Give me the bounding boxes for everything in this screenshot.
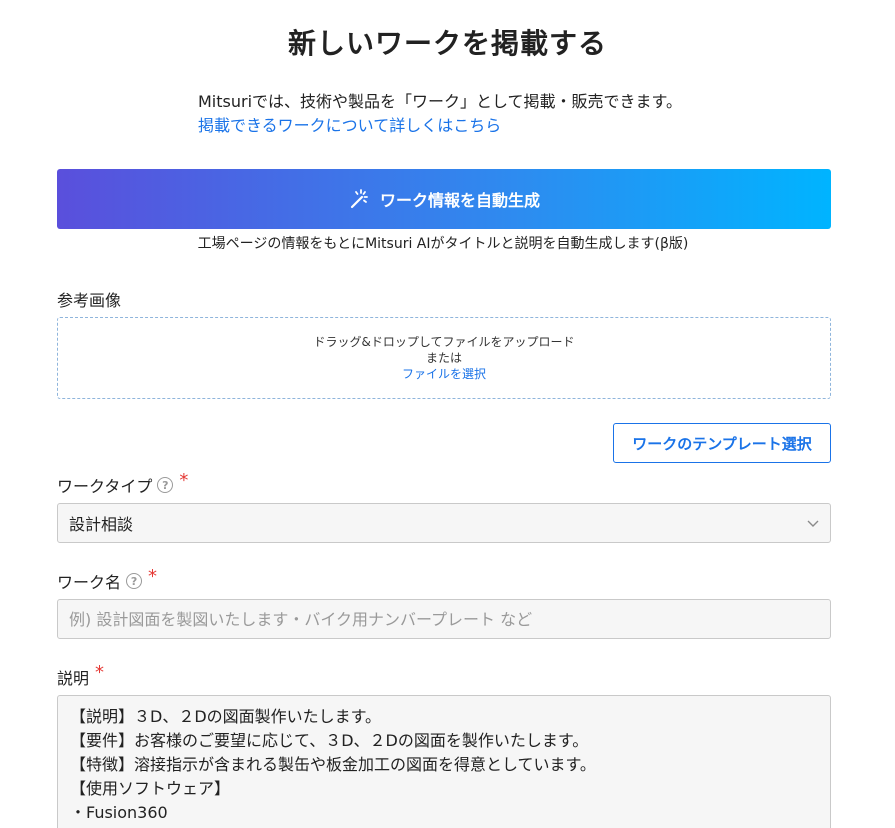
magic-wand-icon bbox=[348, 188, 370, 210]
work-type-select[interactable]: 設計相談 bbox=[57, 503, 831, 543]
description-line: 【使用ソフトウェア】 bbox=[70, 779, 231, 798]
work-type-label-text: ワークタイプ bbox=[57, 477, 153, 496]
help-icon[interactable]: ? bbox=[126, 573, 143, 589]
reference-image-label: 参考画像 bbox=[57, 287, 121, 311]
work-name-label: ワーク名 ? * bbox=[57, 565, 158, 593]
description-line: 【要件】お客様のご要望に応じて、３D、２Dの図面を製作いたします。 bbox=[70, 731, 589, 750]
template-select-button[interactable]: ワークのテンプレート選択 bbox=[613, 423, 831, 463]
required-mark: * bbox=[95, 661, 105, 683]
select-file-link[interactable]: ファイルを選択 bbox=[402, 366, 486, 382]
work-type-label: ワークタイプ ? * bbox=[57, 469, 189, 497]
intro-section: Mitsuriでは、技術や製品を「ワーク」として掲載・販売できます。 掲載できる… bbox=[198, 91, 838, 137]
chevron-down-icon bbox=[806, 516, 820, 530]
dropzone-or-text: または bbox=[425, 351, 462, 365]
file-dropzone[interactable]: ドラッグ&ドロップしてファイルをアップロード または ファイルを選択 bbox=[57, 317, 831, 399]
work-name-input[interactable] bbox=[57, 599, 831, 639]
work-type-value: 設計相談 bbox=[69, 515, 134, 534]
required-mark: * bbox=[148, 565, 158, 587]
description-line: 【特徴】溶接指示が含まれる製缶や板金加工の図面を得意としています。 bbox=[70, 755, 596, 774]
description-line: 【説明】３D、２Dの図面製作いたします。 bbox=[70, 707, 382, 726]
work-info-link[interactable]: 掲載できるワークについて詳しくはこちら bbox=[198, 115, 501, 137]
reference-image-label-text: 参考画像 bbox=[57, 291, 122, 310]
dropzone-text: ドラッグ&ドロップしてファイルをアップロード bbox=[313, 335, 575, 349]
description-line: ・Fusion360 bbox=[70, 803, 168, 822]
description-label: 説明 * bbox=[57, 661, 105, 689]
description-textarea[interactable]: 【説明】３D、２Dの図面製作いたします。 【要件】お客様のご要望に応じて、３D、… bbox=[57, 695, 831, 828]
new-work-page: 新しいワークを掲載する Mitsuriでは、技術や製品を「ワーク」として掲載・販… bbox=[0, 0, 895, 828]
auto-generate-label: ワーク情報を自動生成 bbox=[379, 191, 540, 210]
auto-generate-note: 工場ページの情報をもとにMitsuri AIがタイトルと説明を自動生成します(β… bbox=[197, 236, 689, 252]
intro-text: Mitsuriでは、技術や製品を「ワーク」として掲載・販売できます。 bbox=[198, 92, 682, 111]
required-mark: * bbox=[179, 469, 189, 491]
description-label-text: 説明 bbox=[57, 669, 90, 688]
page-title: 新しいワークを掲載する bbox=[287, 27, 607, 60]
work-name-label-text: ワーク名 bbox=[57, 573, 122, 592]
help-icon[interactable]: ? bbox=[157, 477, 174, 493]
auto-generate-button[interactable]: ワーク情報を自動生成 bbox=[57, 169, 831, 229]
